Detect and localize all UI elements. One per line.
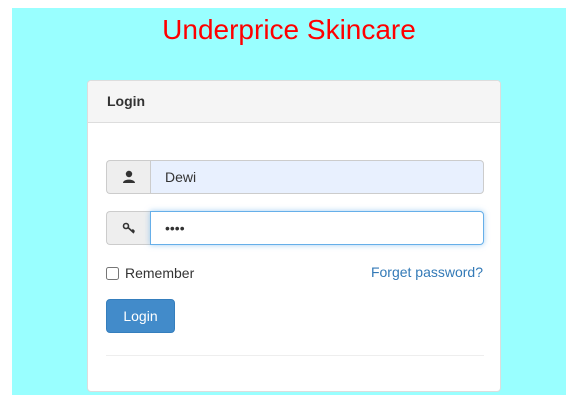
- password-group: [106, 211, 484, 245]
- key-icon: [106, 211, 150, 245]
- user-icon: [106, 160, 150, 194]
- remember-label: Remember: [125, 265, 195, 281]
- password-input[interactable]: [150, 211, 484, 245]
- site-title: Underprice Skincare: [162, 14, 416, 45]
- remember-control[interactable]: Remember: [106, 265, 194, 281]
- login-panel: Login Remember Forget password? Login: [87, 80, 501, 392]
- divider: [106, 355, 484, 356]
- panel-heading: Login: [88, 81, 500, 123]
- login-button[interactable]: Login: [106, 299, 175, 333]
- forget-password-link[interactable]: Forget password?: [371, 264, 483, 280]
- username-group: [106, 160, 484, 194]
- username-input[interactable]: [150, 160, 484, 194]
- remember-checkbox[interactable]: [106, 266, 119, 280]
